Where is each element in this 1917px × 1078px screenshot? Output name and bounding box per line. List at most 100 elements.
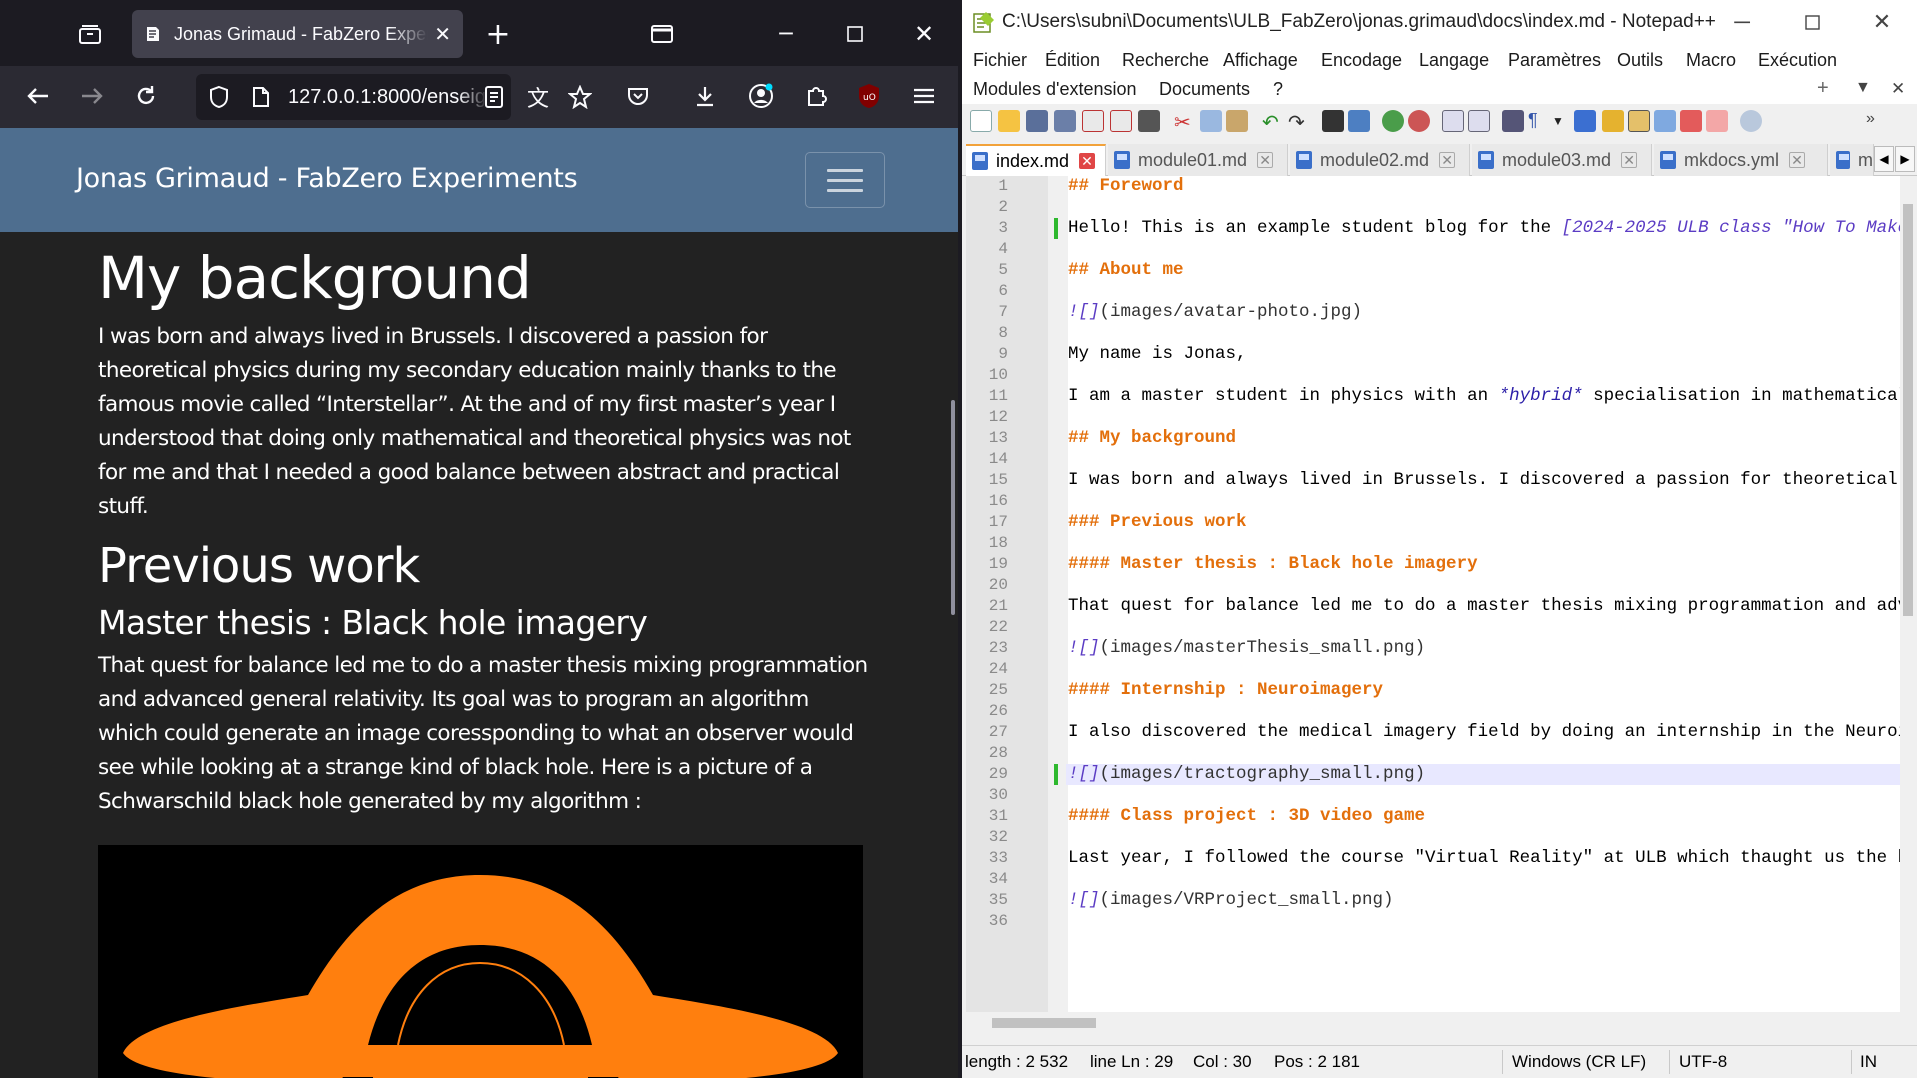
toolbar-dropdown-icon[interactable]: ▼ xyxy=(1552,114,1574,136)
editor-line[interactable]: I also discovered the medical imagery fi… xyxy=(1066,722,1900,743)
tab-close-icon[interactable]: ✕ xyxy=(1439,152,1456,168)
list-tabs-icon[interactable] xyxy=(642,14,682,54)
menu-outils[interactable]: Outils xyxy=(1617,50,1663,71)
editor-line[interactable] xyxy=(1066,323,1900,344)
tab-list-chevron-icon[interactable]: ▼ xyxy=(1855,79,1871,97)
menu-langage[interactable]: Langage xyxy=(1419,50,1489,71)
page-info-icon[interactable] xyxy=(252,86,270,108)
editor-line[interactable] xyxy=(1066,449,1900,470)
browser-tab-active[interactable]: Jonas Grimaud - FabZero Experiments ✕ xyxy=(132,10,463,58)
menu-recherche[interactable]: Recherche xyxy=(1122,50,1209,71)
close-window-icon[interactable]: ✕ xyxy=(904,14,944,54)
editor-line[interactable]: I am a master student in physics with an… xyxy=(1066,386,1900,407)
editor-line[interactable] xyxy=(1066,239,1900,260)
minimize-icon[interactable]: ─ xyxy=(766,14,806,54)
editor-line[interactable] xyxy=(1066,491,1900,512)
menu-help[interactable]: ? xyxy=(1273,79,1283,100)
open-file-icon[interactable] xyxy=(998,110,1020,132)
redo-icon[interactable]: ↷ xyxy=(1288,110,1310,134)
monitoring-icon[interactable] xyxy=(1740,110,1762,132)
npp-maximize-icon[interactable] xyxy=(1777,0,1847,44)
menu-execution[interactable]: Exécution xyxy=(1758,50,1837,71)
editor-line[interactable] xyxy=(1066,869,1900,890)
find-icon[interactable] xyxy=(1322,110,1344,132)
bookmark-star-icon[interactable] xyxy=(560,77,600,117)
new-document-plus-icon[interactable]: + xyxy=(1817,77,1829,100)
editor-line[interactable]: ### Previous work xyxy=(1066,512,1900,533)
reload-icon[interactable] xyxy=(126,76,166,116)
editor-line[interactable] xyxy=(1066,365,1900,386)
editor-line[interactable]: ![](images/VRProject_small.png) xyxy=(1066,890,1900,911)
editor-line[interactable]: ![](images/avatar-photo.jpg) xyxy=(1066,302,1900,323)
ublock-icon[interactable]: uO xyxy=(849,76,889,116)
tab-close-icon[interactable]: ✕ xyxy=(1257,152,1274,168)
editor-line[interactable] xyxy=(1066,617,1900,638)
vertical-scroll-thumb[interactable] xyxy=(1903,204,1913,616)
menu-encodage[interactable]: Encodage xyxy=(1321,50,1402,71)
menu-edition[interactable]: Édition xyxy=(1045,50,1100,71)
extensions-icon[interactable] xyxy=(796,76,836,116)
new-file-icon[interactable] xyxy=(970,110,992,132)
tab-module03-md[interactable]: module03.md ✕ xyxy=(1472,144,1652,176)
udl-icon[interactable] xyxy=(1602,110,1624,132)
paste-icon[interactable] xyxy=(1226,110,1248,132)
editor-horizontal-scrollbar[interactable] xyxy=(966,1012,1900,1032)
zoom-in-icon[interactable] xyxy=(1382,110,1404,132)
editor-line[interactable]: Last year, I followed the course "Virtua… xyxy=(1066,848,1900,869)
editor-line[interactable] xyxy=(1066,743,1900,764)
tab-overflow[interactable]: m xyxy=(1830,144,1874,176)
undo-icon[interactable]: ↶ xyxy=(1262,110,1284,134)
editor-line[interactable]: #### Internship : Neuroimagery xyxy=(1066,680,1900,701)
new-tab-button[interactable]: + xyxy=(478,14,518,54)
word-wrap-icon[interactable] xyxy=(1502,110,1524,132)
tab-module01-md[interactable]: module01.md ✕ xyxy=(1108,144,1288,176)
navbar-toggle-button[interactable] xyxy=(805,152,885,208)
back-icon[interactable] xyxy=(18,76,58,116)
function-list-icon[interactable] xyxy=(1680,110,1702,132)
menu-macro[interactable]: Macro xyxy=(1686,50,1736,71)
zoom-out-icon[interactable] xyxy=(1408,110,1430,132)
editor-line[interactable] xyxy=(1066,533,1900,554)
editor-line[interactable] xyxy=(1066,407,1900,428)
editor-line[interactable]: #### Master thesis : Black hole imagery xyxy=(1066,554,1900,575)
maximize-icon[interactable] xyxy=(835,14,875,54)
pocket-icon[interactable] xyxy=(618,76,658,116)
editor-line[interactable] xyxy=(1066,911,1900,932)
tab-close-icon[interactable]: ✕ xyxy=(1079,153,1096,169)
tab-scroll-left-icon[interactable]: ◀ xyxy=(1874,146,1894,172)
editor-line[interactable] xyxy=(1066,575,1900,596)
replace-icon[interactable] xyxy=(1348,110,1370,132)
editor-line[interactable] xyxy=(1066,659,1900,680)
forward-icon[interactable] xyxy=(72,76,112,116)
reader-view-icon[interactable] xyxy=(474,77,514,117)
npp-close-icon[interactable]: ✕ xyxy=(1847,0,1917,44)
indent-guide-icon[interactable] xyxy=(1574,110,1596,132)
site-brand[interactable]: Jonas Grimaud - FabZero Experiments xyxy=(76,163,578,194)
menu-icon[interactable] xyxy=(904,76,944,116)
account-icon[interactable] xyxy=(741,76,781,116)
address-bar[interactable]: 127.0.0.1:8000/enseignement xyxy=(196,74,511,120)
editor-line[interactable]: #### Class project : 3D video game xyxy=(1066,806,1900,827)
editor-line[interactable]: ## My background xyxy=(1066,428,1900,449)
doc-list-icon[interactable] xyxy=(1654,110,1676,132)
translate-icon[interactable]: 文 xyxy=(518,77,558,117)
menu-affichage[interactable]: Affichage xyxy=(1223,50,1298,71)
editor-line[interactable]: ![](images/tractography_small.png) xyxy=(1066,764,1900,785)
editor-line[interactable]: ## Foreword xyxy=(1066,176,1900,197)
editor-line[interactable] xyxy=(1066,701,1900,722)
close-tab-icon[interactable]: ✕ xyxy=(434,22,451,47)
print-icon[interactable] xyxy=(1138,110,1160,132)
downloads-icon[interactable] xyxy=(685,76,725,116)
menu-documents[interactable]: Documents xyxy=(1159,79,1250,100)
npp-minimize-icon[interactable]: ─ xyxy=(1707,0,1777,44)
menu-fichier[interactable]: Fichier xyxy=(973,50,1027,71)
page-scrollbar[interactable] xyxy=(951,400,955,615)
cut-icon[interactable]: ✂ xyxy=(1174,110,1196,134)
copy-icon[interactable] xyxy=(1200,110,1222,132)
editor-line[interactable] xyxy=(1066,197,1900,218)
menu-parametres[interactable]: Paramètres xyxy=(1508,50,1601,71)
editor-line[interactable] xyxy=(1066,785,1900,806)
toolbar-overflow-icon[interactable]: » xyxy=(1866,110,1888,132)
editor-line[interactable]: That quest for balance led me to do a ma… xyxy=(1066,596,1900,617)
save-all-icon[interactable] xyxy=(1054,110,1076,132)
